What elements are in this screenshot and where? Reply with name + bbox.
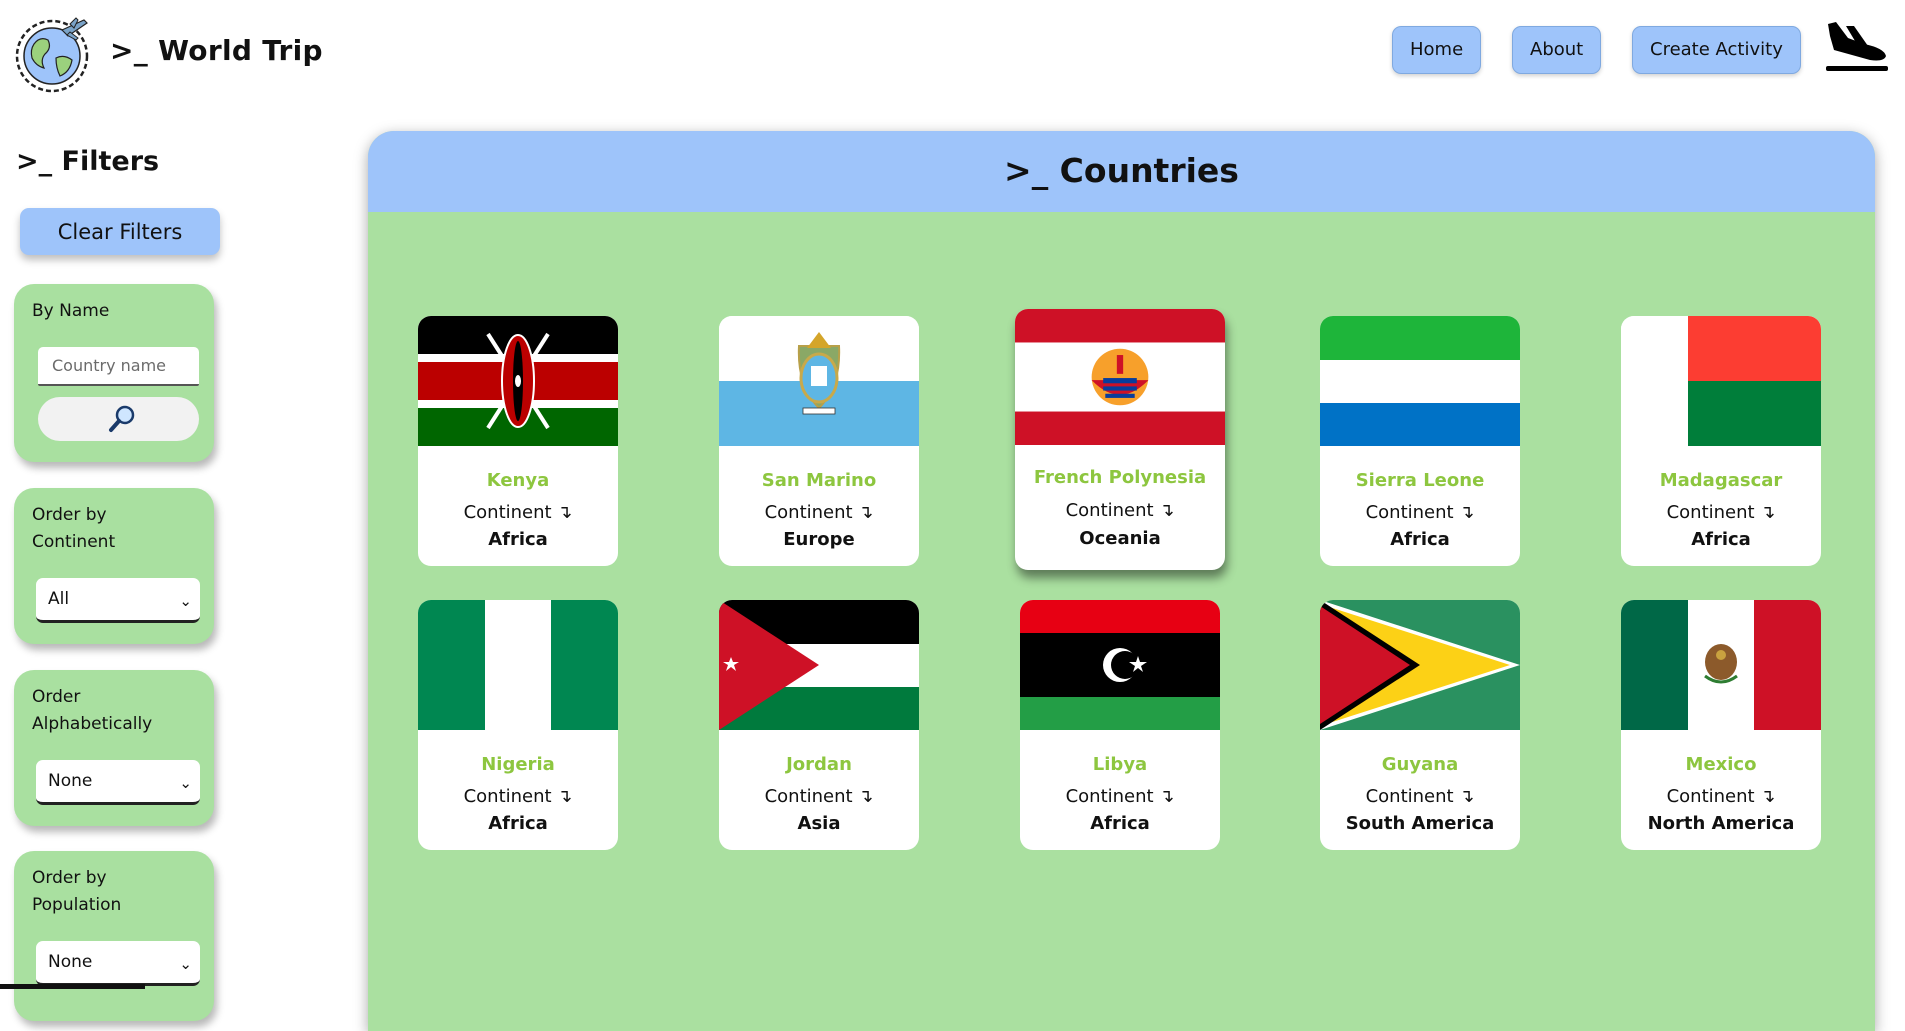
airplane-landing-icon[interactable] (1824, 18, 1890, 72)
continent-value: Africa (1390, 529, 1450, 550)
country-name: San Marino (761, 470, 877, 491)
order-by-population-panel: Order by Population None ⌄ (14, 851, 214, 1021)
madagascar-flag-icon (1621, 316, 1821, 446)
population-filter-label: Order by Population (32, 868, 122, 915)
scrollbar[interactable] (0, 984, 145, 989)
country-card[interactable]: Kenya Continent ↴ Africa (418, 316, 618, 566)
continent-value: South America (1345, 813, 1495, 834)
continent-label: Continent ↴ (1065, 500, 1175, 521)
population-select[interactable]: None ⌄ (36, 941, 200, 986)
nigeria-flag-icon (418, 600, 618, 730)
app-title: >_ World Trip (110, 34, 323, 67)
chevron-down-icon: ⌄ (179, 592, 192, 610)
jordan-flag-icon (719, 600, 919, 730)
continent-filter-label: Order by Continent (32, 505, 116, 552)
continent-label: Continent ↴ (1365, 786, 1475, 807)
country-name: Mexico (1685, 754, 1757, 775)
kenya-flag-icon (418, 316, 618, 446)
continent-value: Asia (797, 813, 841, 834)
continent-label: Continent ↴ (463, 786, 573, 807)
filter-by-name-panel: By Name (14, 284, 214, 462)
alphabetical-select-value: None (48, 771, 93, 791)
country-card[interactable]: Mexico Continent ↴ North America (1621, 600, 1821, 850)
country-name: French Polynesia (1033, 467, 1207, 488)
continent-label: Continent ↴ (764, 502, 874, 523)
continent-label: Continent ↴ (1666, 786, 1776, 807)
clear-filters-button[interactable]: Clear Filters (20, 208, 220, 255)
magnifier-icon (109, 405, 135, 432)
country-name: Libya (1092, 754, 1148, 775)
alphabetical-filter-label: Order Alphabetically (32, 687, 153, 734)
by-name-label: By Name (32, 301, 110, 321)
header: >_ World Trip Home About Create Activity (0, 0, 1905, 110)
continent-value: Europe (783, 529, 855, 550)
continent-select[interactable]: All ⌄ (36, 578, 200, 623)
country-name-input[interactable] (38, 347, 199, 386)
population-select-value: None (48, 952, 93, 972)
guyana-flag-icon (1320, 600, 1520, 730)
globe-logo-icon[interactable] (12, 14, 92, 94)
country-card[interactable]: Libya Continent ↴ Africa (1020, 600, 1220, 850)
country-name: Jordan (786, 754, 852, 775)
country-name: Nigeria (481, 754, 555, 775)
continent-label: Continent ↴ (1666, 502, 1776, 523)
country-card[interactable]: Nigeria Continent ↴ Africa (418, 600, 618, 850)
country-card[interactable]: Sierra Leone Continent ↴ Africa (1320, 316, 1520, 566)
alphabetical-select[interactable]: None ⌄ (36, 760, 200, 805)
country-name: Guyana (1381, 754, 1459, 775)
country-card[interactable]: Jordan Continent ↴ Asia (719, 600, 919, 850)
continent-value: Oceania (1079, 528, 1161, 549)
san-marino-flag-icon (719, 316, 919, 446)
continent-label: Continent ↴ (463, 502, 573, 523)
country-card[interactable]: Madagascar Continent ↴ Africa (1621, 316, 1821, 566)
order-alphabetically-panel: Order Alphabetically None ⌄ (14, 670, 214, 826)
countries-header: >_ Countries (368, 131, 1875, 212)
continent-label: Continent ↴ (764, 786, 874, 807)
sierra-leone-flag-icon (1320, 316, 1520, 446)
country-name: Sierra Leone (1355, 470, 1485, 491)
continent-value: Africa (488, 813, 548, 834)
country-name: Kenya (486, 470, 550, 491)
continent-select-value: All (48, 589, 70, 609)
chevron-down-icon: ⌄ (179, 774, 192, 792)
french-polynesia-flag-icon (1015, 309, 1225, 445)
chevron-down-icon: ⌄ (179, 955, 192, 973)
continent-label: Continent ↴ (1065, 786, 1175, 807)
continent-value: Africa (488, 529, 548, 550)
continent-value: Africa (1691, 529, 1751, 550)
continent-value: North America (1647, 813, 1795, 834)
countries-title: >_ Countries (1004, 151, 1239, 190)
libya-flag-icon (1020, 600, 1220, 730)
continent-label: Continent ↴ (1365, 502, 1475, 523)
country-card[interactable]: San Marino Continent ↴ Europe (719, 316, 919, 566)
country-name: Madagascar (1659, 470, 1783, 491)
countries-panel: >_ Countries Kenya Continent ↴ Africa Sa… (368, 131, 1875, 1031)
order-by-continent-panel: Order by Continent All ⌄ (14, 488, 214, 644)
create-activity-button[interactable]: Create Activity (1632, 26, 1801, 74)
country-card[interactable]: French Polynesia Continent ↴ Oceania (1015, 309, 1225, 570)
continent-value: Africa (1090, 813, 1150, 834)
about-button[interactable]: About (1512, 26, 1602, 74)
filters-title: >_ Filters (16, 146, 160, 177)
search-button[interactable] (38, 397, 199, 441)
country-card[interactable]: Guyana Continent ↴ South America (1320, 600, 1520, 850)
mexico-flag-icon (1621, 600, 1821, 730)
home-button[interactable]: Home (1392, 26, 1482, 74)
